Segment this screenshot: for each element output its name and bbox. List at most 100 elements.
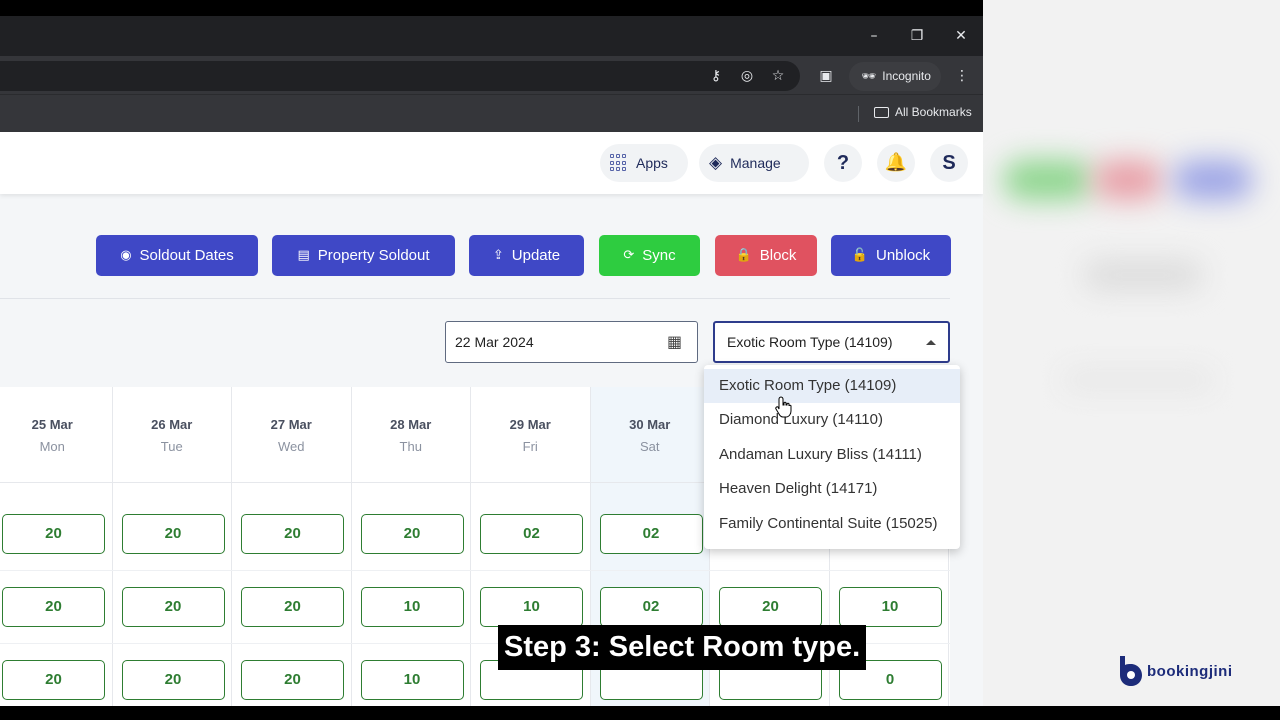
browser-menu-icon[interactable]: ⋮ [952,66,972,86]
date-value: 22 Mar 2024 [455,334,534,350]
action-label: Property Soldout [317,247,430,264]
day-date: 25 Mar [31,417,73,432]
folder-icon [874,106,889,118]
inventory-cell[interactable]: 20 [241,587,344,627]
day-name: Thu [399,439,422,454]
incognito-icon: 🕶 [861,69,877,83]
section-divider [0,298,950,299]
bottom-bar [0,706,1280,720]
hand-cursor-icon [775,396,792,418]
archive-icon: ▤ [297,248,310,263]
inventory-cell[interactable]: 20 [121,587,225,627]
day-header: 27 Mar Wed [232,387,351,483]
lock-icon: 🔒 [735,248,752,263]
apps-grid-icon [610,154,628,172]
inventory-cell[interactable]: 20 [121,514,225,554]
inventory-cell[interactable]: 10 [838,587,942,627]
update-button[interactable]: ⇪ Update [469,235,584,276]
help-button[interactable]: ? [824,144,862,182]
app-header: Apps ◈ Manage ? 🔔 S [0,132,983,194]
day-name: Fri [522,439,538,454]
calendar-icon[interactable]: ▦ [667,332,687,352]
day-header: 30 Mar Sat [590,387,709,483]
star-icon[interactable]: ☆ [768,66,788,86]
sync-button[interactable]: ⟳ Sync [599,235,700,276]
room-type-option[interactable]: Diamond Luxury (14110) [704,403,960,437]
inventory-cell[interactable]: 10 [480,587,583,627]
bookingjini-logo-icon [1120,656,1142,686]
inventory-cell[interactable]: 20 [719,587,822,627]
side-panel-icon[interactable]: ▣ [816,66,836,86]
inventory-cell[interactable]: 02 [599,587,703,627]
inventory-cell[interactable]: 20 [241,514,344,554]
inventory-cell[interactable]: 20 [360,514,464,554]
day-name: Tue [160,439,183,454]
inventory-cell[interactable]: 02 [480,514,583,554]
action-label: Sync [642,247,676,264]
apps-button[interactable]: Apps [600,144,688,182]
restore-icon[interactable]: ❐ [907,26,927,46]
close-icon[interactable]: ✕ [951,26,971,46]
day-header: 26 Mar Tue [112,387,231,483]
minimize-icon[interactable]: – [864,26,884,46]
day-name: Wed [278,439,305,454]
blurred-side-panel [983,0,1280,720]
inventory-cell[interactable]: 20 [241,660,344,700]
video-frame: – ❐ ✕ ⚷ ◎ ☆ ▣ 🕶 Incognito ⋮ All Bookmark… [0,0,1280,720]
day-header: 28 Mar Thu [351,387,470,483]
room-type-option[interactable]: Family Continental Suite (15025) [704,507,960,541]
inventory-cell[interactable]: 20 [121,660,225,700]
all-bookmarks-button[interactable]: All Bookmarks [874,105,972,119]
day-date: 30 Mar [629,417,671,432]
room-type-option[interactable]: Exotic Room Type (14109) [704,369,960,403]
browser-window: – ❐ ✕ ⚷ ◎ ☆ ▣ 🕶 Incognito ⋮ All Bookmark… [0,16,983,706]
day-header: 25 Mar Mon [0,387,112,483]
soldout-dates-button[interactable]: ◉ Soldout Dates [96,235,258,276]
property-soldout-button[interactable]: ▤ Property Soldout [272,235,455,276]
incognito-badge[interactable]: 🕶 Incognito [849,62,941,91]
day-date: 28 Mar [390,417,432,432]
layers-icon: ◈ [709,153,723,173]
room-type-option[interactable]: Andaman Luxury Bliss (14111) [704,438,960,472]
action-label: Unblock [875,247,931,264]
inventory-cell[interactable]: 02 [599,514,703,554]
browser-titlebar: – ❐ ✕ [0,16,983,56]
avatar[interactable]: S [930,144,968,182]
all-bookmarks-label: All Bookmarks [895,105,972,119]
day-date: 27 Mar [270,417,312,432]
tutorial-caption: Step 3: Select Room type. [498,625,867,670]
manage-label: Manage [730,155,781,171]
inventory-cell[interactable]: 20 [2,587,105,627]
apps-label: Apps [636,155,668,171]
bell-icon[interactable]: 🔔 [877,144,915,182]
logo-text: bookingjini [1147,662,1233,680]
incognito-label: Incognito [882,69,931,83]
block-button[interactable]: 🔒 Block [715,235,817,276]
unlock-icon: 🔓 [851,248,868,263]
inventory-cell[interactable]: 10 [360,587,464,627]
action-label: Update [511,247,561,264]
day-name: Mon [39,439,65,454]
caret-up-icon [926,340,936,345]
action-label: Block [759,247,797,264]
day-date: 29 Mar [509,417,551,432]
room-type-option[interactable]: Heaven Delight (14171) [704,472,960,506]
inventory-cell[interactable]: 20 [2,514,105,554]
bookmarks-separator [858,106,859,122]
unblock-button[interactable]: 🔓 Unblock [831,235,951,276]
room-type-select-value: Exotic Room Type (14109) [727,334,893,350]
eye-off-icon[interactable]: ◎ [737,66,757,86]
key-icon[interactable]: ⚷ [706,66,726,86]
address-bar[interactable] [0,61,800,91]
action-label: Soldout Dates [139,247,234,264]
date-picker[interactable]: 22 Mar 2024 ▦ [445,321,698,363]
browser-toolbar: ⚷ ◎ ☆ ▣ 🕶 Incognito ⋮ [0,56,983,94]
day-name: Sat [639,439,660,454]
sync-icon: ⟳ [623,248,635,263]
inventory-cell[interactable]: 10 [360,660,464,700]
inventory-cell[interactable]: 20 [2,660,105,700]
day-header: 29 Mar Fri [471,387,590,483]
room-type-select[interactable]: Exotic Room Type (14109) [713,321,950,363]
eye-icon: ◉ [120,248,132,263]
manage-button[interactable]: ◈ Manage [699,144,809,182]
